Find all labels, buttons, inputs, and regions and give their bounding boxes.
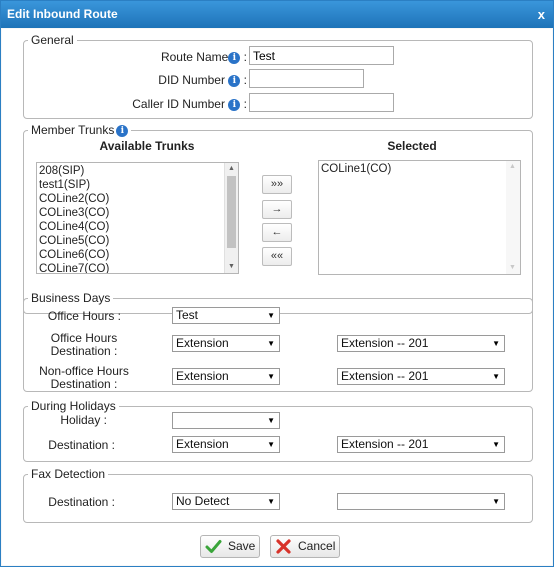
- dropdown-arrow-icon: ▼: [492, 497, 500, 506]
- list-item[interactable]: COLine4(CO): [37, 220, 238, 234]
- selected-trunks-list[interactable]: COLine1(CO) ▲ ▼: [318, 160, 521, 275]
- list-item[interactable]: COLine3(CO): [37, 206, 238, 220]
- cancel-button[interactable]: Cancel: [270, 535, 340, 558]
- office-destination-target-select[interactable]: Extension -- 201 ▼: [337, 335, 505, 352]
- available-trunks-header: Available Trunks: [99, 139, 195, 153]
- dropdown-arrow-icon: ▼: [492, 339, 500, 348]
- dropdown-arrow-icon: ▼: [267, 372, 275, 381]
- business-days-legend: Business Days: [31, 291, 111, 305]
- list-item[interactable]: COLine1(CO): [319, 162, 520, 176]
- did-number-label: DID Number i :: [122, 73, 247, 87]
- caller-id-input[interactable]: [249, 93, 394, 112]
- caller-id-label-text: Caller ID Number: [132, 97, 225, 111]
- dialog-title: Edit Inbound Route: [7, 7, 118, 21]
- remove-all-button[interactable]: ««: [262, 247, 292, 266]
- holiday-destination-label: Destination :: [48, 438, 115, 452]
- office-hours-destination-label: Office Hours Destination :: [32, 332, 136, 358]
- vertical-scrollbar[interactable]: ▲ ▼: [224, 163, 238, 273]
- info-icon[interactable]: i: [228, 52, 241, 64]
- available-trunks-list[interactable]: 208(SIP) test1(SIP) COLine2(CO) COLine3(…: [36, 162, 239, 274]
- add-all-button[interactable]: »»: [262, 175, 292, 194]
- dropdown-arrow-icon: ▼: [492, 372, 500, 381]
- office-hours-select[interactable]: Test ▼: [172, 307, 280, 324]
- general-legend: General: [31, 33, 74, 47]
- checkmark-icon: [205, 540, 222, 553]
- info-icon[interactable]: i: [116, 125, 129, 137]
- holiday-destination-type-select[interactable]: Extension ▼: [172, 436, 280, 453]
- route-name-label-text: Route Name: [160, 50, 229, 64]
- cancel-x-icon: [276, 539, 291, 554]
- colon: :: [243, 97, 247, 111]
- remove-button[interactable]: ←: [262, 223, 292, 242]
- member-trunks-legend: Member Trunks i: [28, 123, 131, 137]
- dropdown-arrow-icon: ▼: [267, 311, 275, 320]
- caller-id-label: Caller ID Number i :: [102, 97, 247, 111]
- select-value: Extension -- 201: [341, 369, 429, 383]
- fax-detection-legend: Fax Detection: [31, 467, 106, 481]
- list-item[interactable]: 208(SIP): [37, 164, 238, 178]
- route-name-input[interactable]: [249, 46, 394, 65]
- select-value: Extension: [176, 336, 229, 350]
- dropdown-arrow-icon: ▼: [267, 497, 275, 506]
- office-destination-type-select[interactable]: Extension ▼: [172, 335, 280, 352]
- scroll-up-icon[interactable]: ▲: [225, 163, 238, 175]
- scroll-thumb[interactable]: [227, 176, 236, 248]
- selected-trunks-header: Selected: [387, 139, 437, 153]
- cancel-button-label: Cancel: [298, 539, 336, 553]
- during-holidays-legend: During Holidays: [31, 399, 116, 413]
- edit-inbound-route-dialog: Edit Inbound Route x General Route Name i…: [0, 0, 554, 567]
- scroll-down-icon[interactable]: ▼: [225, 261, 238, 273]
- save-button-label: Save: [228, 539, 256, 553]
- non-office-destination-type-select[interactable]: Extension ▼: [172, 368, 280, 385]
- vertical-scrollbar[interactable]: ▲ ▼: [506, 161, 520, 274]
- fax-destination-select[interactable]: No Detect ▼: [172, 493, 280, 510]
- non-office-hours-destination-label: Non-office Hours Destination :: [32, 365, 136, 391]
- list-item[interactable]: COLine7(CO): [37, 262, 238, 273]
- label-line: Destination :: [50, 344, 118, 358]
- select-value: Extension: [176, 437, 229, 451]
- scroll-up-icon[interactable]: ▲: [506, 161, 519, 173]
- holiday-label: Holiday :: [60, 413, 107, 427]
- select-value: No Detect: [176, 494, 230, 508]
- save-button[interactable]: Save: [200, 535, 260, 558]
- list-item[interactable]: COLine2(CO): [37, 192, 238, 206]
- add-button[interactable]: →: [262, 200, 292, 219]
- info-icon[interactable]: i: [228, 75, 241, 87]
- dialog-body: General Route Namei : DID Number i : Cal…: [2, 29, 552, 565]
- close-icon[interactable]: x: [538, 1, 545, 28]
- list-item[interactable]: test1(SIP): [37, 178, 238, 192]
- colon: :: [243, 50, 247, 64]
- colon: :: [243, 73, 247, 87]
- fax-destination-target-select[interactable]: ▼: [337, 493, 505, 510]
- dialog-titlebar: Edit Inbound Route x: [1, 1, 553, 28]
- member-trunks-legend-text: Member Trunks: [31, 123, 115, 137]
- dropdown-arrow-icon: ▼: [267, 416, 275, 425]
- did-number-label-text: DID Number: [158, 73, 225, 87]
- dropdown-arrow-icon: ▼: [492, 440, 500, 449]
- info-icon[interactable]: i: [228, 99, 241, 111]
- office-hours-select-value: Test: [176, 308, 199, 322]
- list-item[interactable]: COLine6(CO): [37, 248, 238, 262]
- select-value: Extension: [176, 369, 229, 383]
- list-item[interactable]: COLine5(CO): [37, 234, 238, 248]
- select-value: Extension -- 201: [341, 437, 429, 451]
- did-number-input[interactable]: [249, 69, 364, 88]
- non-office-destination-target-select[interactable]: Extension -- 201 ▼: [337, 368, 505, 385]
- holiday-destination-target-select[interactable]: Extension -- 201 ▼: [337, 436, 505, 453]
- label-line: Destination :: [50, 377, 118, 391]
- dropdown-arrow-icon: ▼: [267, 440, 275, 449]
- scroll-down-icon[interactable]: ▼: [506, 262, 519, 274]
- select-value: Extension -- 201: [341, 336, 429, 350]
- office-hours-label: Office Hours :: [47, 309, 121, 323]
- route-name-label: Route Name i :: [122, 50, 247, 64]
- dropdown-arrow-icon: ▼: [267, 339, 275, 348]
- holiday-select[interactable]: ▼: [172, 412, 280, 429]
- fax-destination-label: Destination :: [48, 495, 115, 509]
